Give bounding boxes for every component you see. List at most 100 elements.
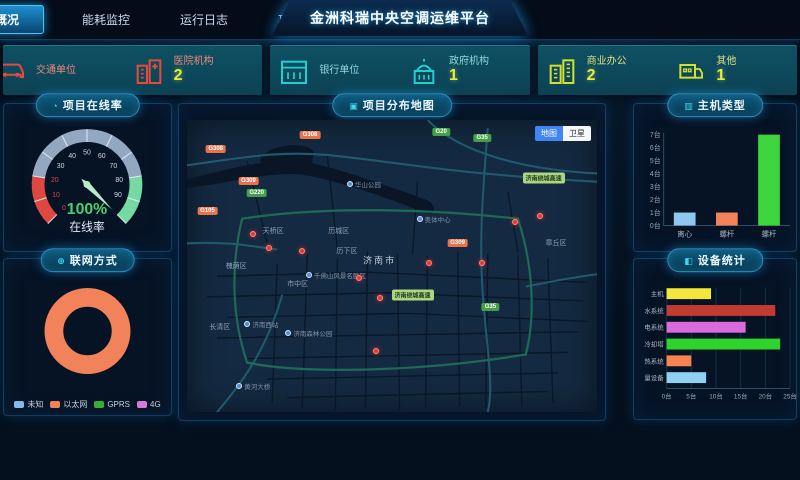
top-navbar: 概况能耗监控运行日志项目列表视频监控 金洲科瑞中央空调运维平台 bbox=[0, 0, 800, 40]
gauge-icon: ◔ bbox=[52, 101, 58, 111]
svg-text:0: 0 bbox=[62, 205, 66, 212]
svg-text:40: 40 bbox=[68, 153, 76, 160]
svg-text:1台: 1台 bbox=[650, 208, 661, 217]
stat-value: 2 bbox=[587, 67, 627, 85]
legend-swatch bbox=[137, 401, 147, 408]
poi-label: 奥体中心 bbox=[417, 214, 451, 224]
stat-card: 交通单位医院机构2 bbox=[3, 45, 262, 95]
svg-text:90: 90 bbox=[114, 192, 122, 199]
government-icon bbox=[408, 55, 440, 87]
map-canvas[interactable]: 地图 卫星 G308G309G308G105G309G220G20G35G35济… bbox=[187, 120, 597, 412]
project-marker[interactable] bbox=[356, 275, 362, 281]
road-badge: G308 bbox=[205, 145, 226, 153]
stat-item: 商业办公2 bbox=[538, 46, 668, 95]
legend-item[interactable]: GPRS bbox=[94, 399, 130, 410]
map-mode-button[interactable]: 地图 bbox=[535, 126, 563, 141]
svg-text:4台: 4台 bbox=[650, 169, 661, 178]
nav-tab[interactable]: 能耗监控 bbox=[70, 5, 142, 34]
poi-icon bbox=[306, 272, 312, 278]
network-legend: 未知以太网 GPRS 4G bbox=[4, 399, 171, 410]
poi-label: 华山公园 bbox=[347, 179, 381, 189]
legend-item[interactable]: 4G bbox=[137, 399, 161, 410]
svg-text:7台: 7台 bbox=[650, 130, 661, 139]
car-icon bbox=[3, 55, 27, 87]
svg-text:冷却塔: 冷却塔 bbox=[644, 340, 664, 349]
network-icon: ⊕ bbox=[57, 256, 66, 266]
svg-text:30: 30 bbox=[57, 163, 65, 170]
legend-item[interactable]: 以太网 bbox=[50, 399, 87, 410]
svg-text:水系统: 水系统 bbox=[644, 306, 664, 315]
poi-label: 黄河大桥 bbox=[236, 381, 270, 391]
svg-text:0台: 0台 bbox=[662, 391, 672, 400]
svg-text:螺杆: 螺杆 bbox=[719, 229, 734, 238]
project-marker[interactable] bbox=[377, 295, 383, 301]
poi-icon bbox=[236, 383, 242, 389]
road-badge: G308 bbox=[300, 131, 321, 139]
other-icon bbox=[675, 55, 707, 87]
legend-item[interactable]: 未知 bbox=[14, 399, 43, 410]
stat-item: 交通单位 bbox=[3, 46, 125, 95]
device-stats-chart: 0台5台10台15台20台25台主机水系统电系统冷却塔热系统量设备 bbox=[634, 277, 796, 419]
poi-icon bbox=[417, 216, 423, 222]
panel-host-type-header: ▥主机类型 bbox=[667, 93, 763, 117]
svg-text:6台: 6台 bbox=[650, 143, 661, 152]
district-label: 天桥区 bbox=[263, 226, 284, 236]
district-label: 长清区 bbox=[209, 322, 230, 332]
stat-value: 2 bbox=[174, 67, 214, 85]
map-icon: ▣ bbox=[349, 101, 359, 111]
stat-label: 商业办公 bbox=[587, 56, 627, 68]
road-badge: G20 bbox=[433, 128, 450, 136]
svg-text:60: 60 bbox=[98, 153, 106, 160]
poi-icon bbox=[347, 181, 353, 187]
svg-text:电系统: 电系统 bbox=[644, 323, 664, 332]
stat-label: 银行单位 bbox=[319, 65, 359, 77]
road-badge: G309 bbox=[447, 239, 468, 247]
svg-text:10: 10 bbox=[52, 192, 60, 199]
svg-text:100%: 100% bbox=[67, 201, 107, 218]
poi-label: 济南森林公园 bbox=[285, 328, 332, 338]
panel-network: ⊕联网方式 未知以太网GPRS4G bbox=[3, 258, 172, 416]
project-marker[interactable] bbox=[537, 213, 543, 219]
bank-icon bbox=[278, 55, 310, 87]
project-marker[interactable] bbox=[250, 231, 256, 237]
gauge-chart: 0102030405060708090100%在线率 bbox=[4, 118, 171, 251]
host-type-chart: 0台1台2台3台4台5台6台7台离心螺杆螺杆 bbox=[634, 122, 796, 251]
svg-text:在线率: 在线率 bbox=[69, 220, 105, 234]
satellite-mode-button[interactable]: 卫星 bbox=[563, 126, 591, 141]
project-marker[interactable] bbox=[512, 219, 518, 225]
stat-label: 其他 bbox=[716, 56, 736, 68]
title-box: 金洲科瑞中央空调运维平台 bbox=[272, 0, 528, 36]
road-badge: G309 bbox=[238, 177, 259, 185]
nav-tab[interactable]: 运行日志 bbox=[168, 5, 240, 34]
host-icon: ▥ bbox=[684, 101, 694, 111]
stat-label: 医院机构 bbox=[174, 56, 214, 68]
stat-item: 医院机构2 bbox=[125, 46, 263, 95]
project-marker[interactable] bbox=[479, 260, 485, 266]
project-marker[interactable] bbox=[266, 245, 272, 251]
road-badge: G105 bbox=[197, 207, 218, 215]
svg-text:3台: 3台 bbox=[650, 182, 661, 191]
svg-text:20: 20 bbox=[51, 177, 59, 184]
legend-swatch bbox=[14, 401, 24, 408]
office-icon bbox=[546, 55, 578, 87]
nav-tab[interactable]: 概况 bbox=[0, 5, 44, 34]
svg-text:5台: 5台 bbox=[686, 391, 696, 400]
svg-text:25台: 25台 bbox=[783, 391, 796, 400]
stat-item: 政府机构1 bbox=[400, 46, 530, 95]
legend-label: GPRS bbox=[107, 400, 130, 409]
project-marker[interactable] bbox=[299, 248, 305, 254]
district-label: 章丘区 bbox=[546, 238, 567, 248]
svg-text:50: 50 bbox=[83, 149, 91, 156]
project-marker[interactable] bbox=[373, 348, 379, 354]
legend-label: 未知 bbox=[27, 399, 43, 410]
panel-device-stats: ◧设备统计 0台5台10台15台20台25台主机水系统电系统冷却塔热系统量设备 bbox=[633, 258, 797, 420]
poi-icon bbox=[285, 330, 291, 336]
svg-text:20台: 20台 bbox=[759, 391, 773, 400]
stats-row: 交通单位医院机构2银行单位政府机构1商业办公2其他1 bbox=[0, 45, 800, 95]
svg-text:70: 70 bbox=[110, 163, 118, 170]
road-badge: G35 bbox=[474, 134, 491, 142]
project-marker[interactable] bbox=[426, 260, 432, 266]
stat-item: 其他1 bbox=[667, 46, 797, 95]
road-badge: G220 bbox=[246, 189, 267, 197]
svg-text:热系统: 热系统 bbox=[644, 356, 664, 365]
